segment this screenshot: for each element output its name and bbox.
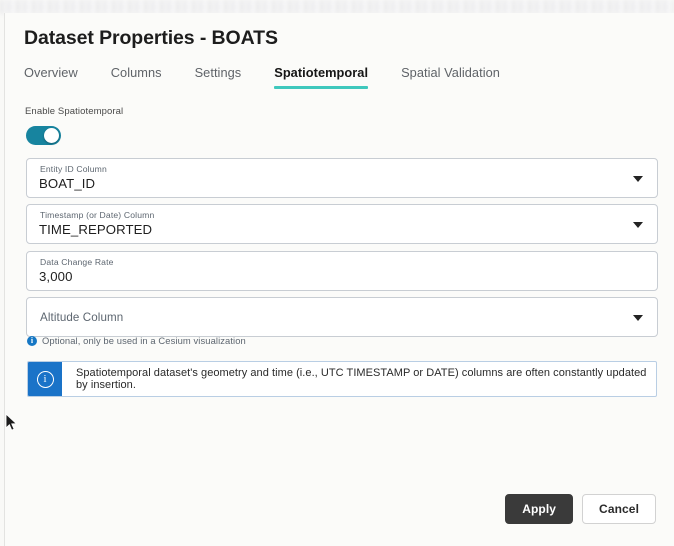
altitude-column-placeholder: Altitude Column: [40, 311, 124, 324]
info-icon: i: [36, 370, 54, 388]
chevron-down-icon[interactable]: [633, 176, 643, 182]
chevron-down-icon[interactable]: [633, 222, 643, 228]
tab-columns-label: Columns: [110, 65, 162, 80]
altitude-column-help-text: Optional, only be used in a Cesium visua…: [42, 335, 246, 346]
tab-overview-label: Overview: [24, 65, 78, 80]
timestamp-column-label: Timestamp (or Date) Column: [40, 210, 155, 220]
info-icon: i: [27, 335, 37, 346]
page-title: Dataset Properties - BOATS: [24, 27, 278, 49]
tab-spatiotemporal[interactable]: Spatiotemporal: [274, 65, 385, 89]
tab-spatial-validation[interactable]: Spatial Validation: [401, 65, 517, 89]
entity-id-column-select[interactable]: Entity ID Column BOAT_ID: [26, 158, 658, 198]
enable-spatiotemporal-toggle[interactable]: [26, 126, 61, 145]
tab-spatiotemporal-label: Spatiotemporal: [274, 65, 369, 80]
tab-spatial-validation-label: Spatial Validation: [401, 65, 500, 80]
entity-id-column-label: Entity ID Column: [40, 164, 107, 174]
cancel-button[interactable]: Cancel: [582, 494, 656, 524]
entity-id-column-value: BOAT_ID: [39, 176, 96, 191]
info-banner-icon-bar: i: [28, 362, 62, 396]
altitude-column-help: i Optional, only be used in a Cesium vis…: [27, 335, 246, 346]
dataset-properties-panel: Dataset Properties - BOATS Overview Colu…: [4, 13, 674, 546]
data-change-rate-label: Data Change Rate: [40, 257, 114, 267]
toggle-knob: [44, 128, 59, 143]
timestamp-column-select[interactable]: Timestamp (or Date) Column TIME_REPORTED: [26, 204, 658, 244]
active-tab-underline: [274, 86, 369, 89]
background-bleed-strip: [0, 0, 674, 14]
info-banner-text: Spatiotemporal dataset's geometry and ti…: [76, 367, 647, 391]
info-banner: i Spatiotemporal dataset's geometry and …: [27, 361, 657, 397]
apply-button[interactable]: Apply: [505, 494, 574, 524]
data-change-rate-value: 3,000: [39, 269, 73, 284]
enable-spatiotemporal-label: Enable Spatiotemporal: [25, 106, 124, 117]
tab-overview[interactable]: Overview: [24, 65, 95, 89]
altitude-column-select[interactable]: Altitude Column: [26, 297, 658, 337]
tab-settings[interactable]: Settings: [195, 65, 259, 89]
tab-columns[interactable]: Columns: [111, 65, 179, 89]
chevron-down-icon[interactable]: [633, 315, 643, 321]
timestamp-column-value: TIME_REPORTED: [39, 222, 153, 237]
tab-settings-label: Settings: [194, 65, 242, 80]
tab-bar: Overview Columns Settings Spatiotemporal…: [24, 65, 533, 89]
data-change-rate-input[interactable]: Data Change Rate 3,000: [26, 251, 658, 291]
dialog-actions: Apply Cancel: [505, 494, 656, 524]
